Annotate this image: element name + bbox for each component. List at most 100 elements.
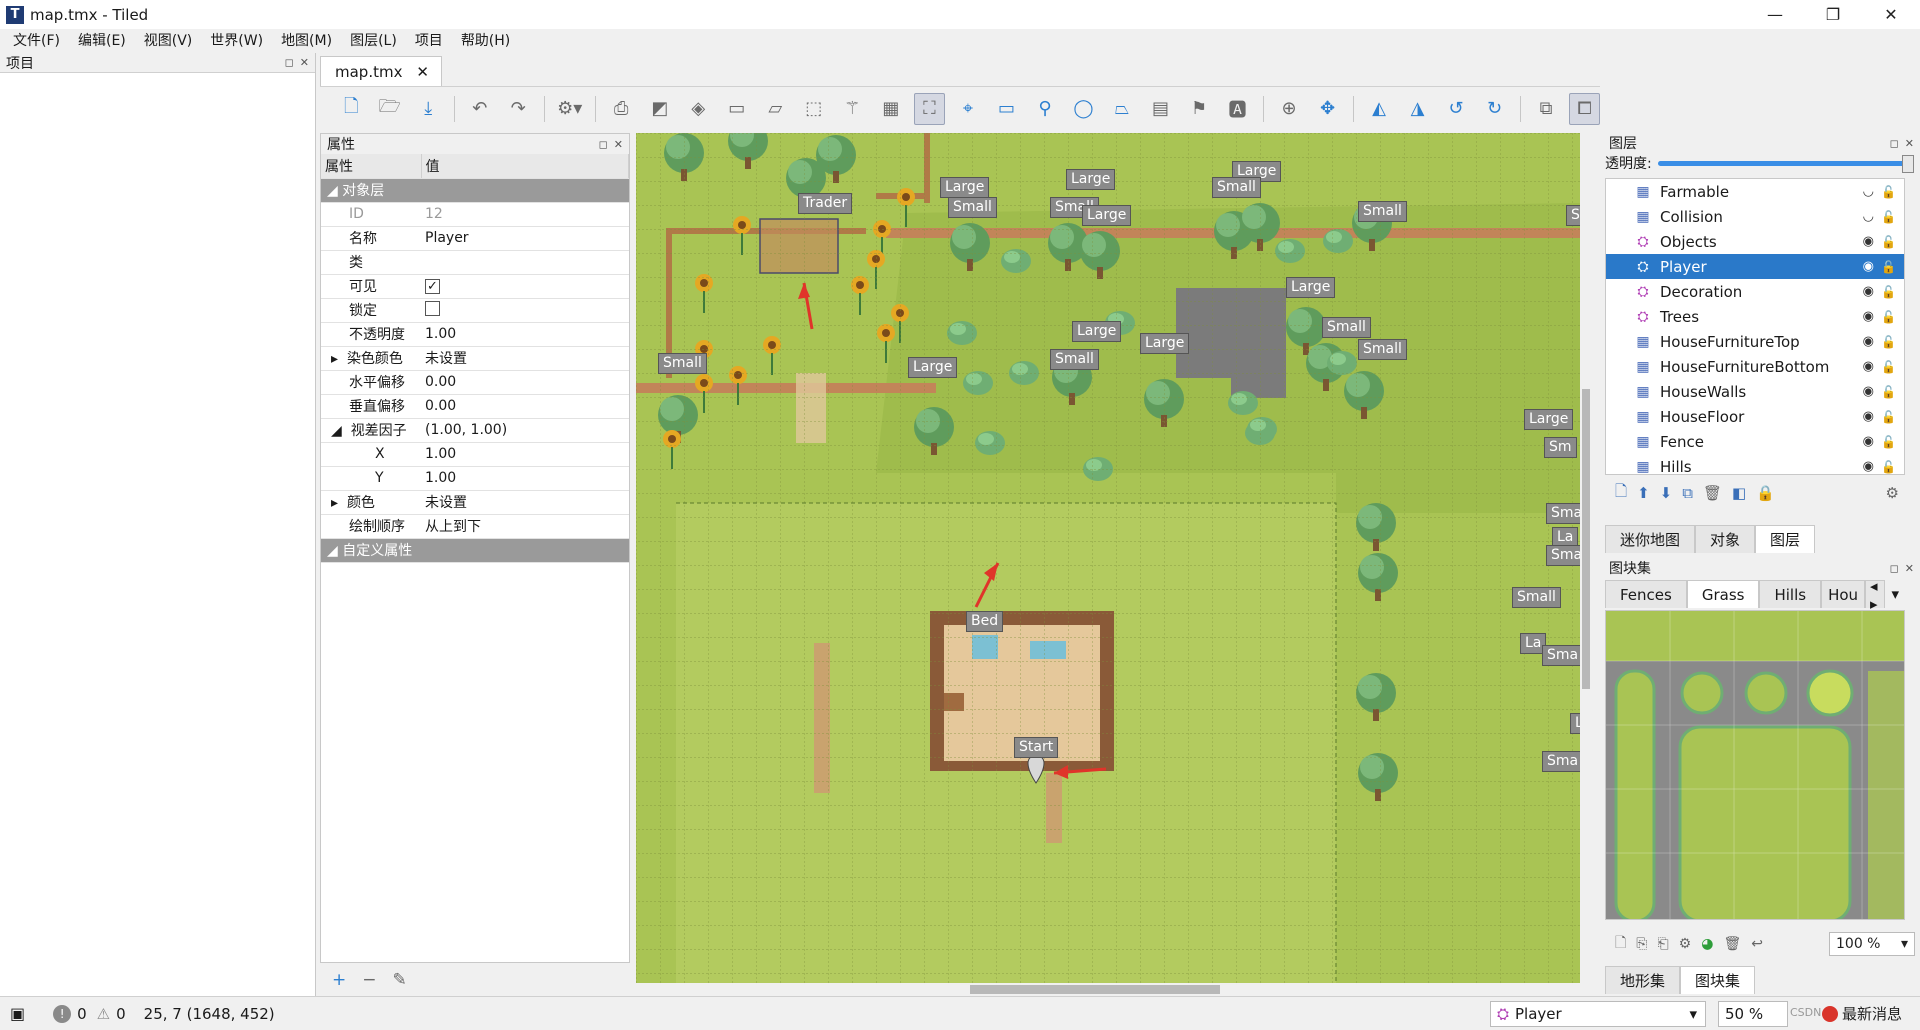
group-row-custom-properties[interactable]: ◢ 自定义属性 (321, 538, 629, 563)
rect-select-icon[interactable]: ⬚ (799, 93, 830, 125)
undo-icon[interactable]: ↶ (465, 93, 496, 125)
tab-layers[interactable]: 图层 (1755, 525, 1816, 553)
property-row-visible[interactable]: 可见 ✓ (321, 274, 629, 299)
eye-icon[interactable]: ◉ (1863, 384, 1874, 399)
map-horizontal-scrollbar[interactable] (636, 983, 1580, 996)
console-icon[interactable]: ▣ (10, 1004, 25, 1023)
unlock-icon[interactable]: 🔓 (1881, 210, 1896, 224)
insert-template-icon[interactable]: ⚑ (1184, 93, 1215, 125)
map-object-label[interactable]: Sm (1544, 437, 1577, 458)
map-object-label[interactable]: Large (1066, 169, 1116, 190)
layer-row-housefloor[interactable]: ▦ HouseFloor ◉ 🔓 (1606, 404, 1904, 429)
tileset-view[interactable] (1605, 610, 1905, 920)
unlock-icon[interactable]: 🔓 (1881, 335, 1896, 349)
close-panel-icon[interactable]: ✕ (1905, 562, 1914, 575)
tab-hills[interactable]: Hills (1759, 580, 1822, 608)
bucket-fill-icon[interactable]: ◈ (683, 93, 714, 125)
unlock-icon[interactable]: 🔓 (1881, 435, 1896, 449)
parallax-x-value[interactable]: 1.00 (421, 442, 629, 467)
unlock-icon[interactable]: 🔓 (1881, 260, 1896, 274)
save-icon[interactable]: ⤓ (413, 93, 444, 125)
unlock-icon[interactable]: 🔓 (1881, 310, 1896, 324)
close-panel-icon[interactable]: ✕ (1905, 137, 1914, 150)
layer-row-housefurnituretop[interactable]: ▦ HouseFurnitureTop ◉ 🔓 (1606, 329, 1904, 354)
map-zoom-select[interactable]: 50 % (1718, 1001, 1788, 1027)
map-object-label[interactable]: Large (908, 357, 958, 378)
eye-icon[interactable]: ◉ (1863, 334, 1874, 349)
map-object-label[interactable]: Large (1072, 321, 1122, 342)
eye-icon[interactable]: ◉ (1863, 309, 1874, 324)
collapse-arrow-icon[interactable]: ◢ (327, 543, 338, 559)
eye-icon[interactable]: ◉ (1863, 459, 1874, 474)
export-tileset-icon[interactable]: ⎗ (1657, 936, 1668, 952)
eye-icon[interactable]: ◉ (1863, 234, 1874, 249)
eye-icon[interactable]: ◉ (1863, 284, 1874, 299)
tab-scroll-arrows-icon[interactable]: ◂ ▸ (1865, 577, 1886, 613)
current-layer-select[interactable]: ⛭ Player ▾ (1490, 1001, 1706, 1027)
eye-icon[interactable]: ◉ (1863, 434, 1874, 449)
color-value[interactable]: 未设置 (421, 490, 629, 515)
world-tool-icon[interactable]: ⊕ (1274, 93, 1305, 125)
menu-view[interactable]: 视图(V) (135, 29, 202, 53)
map-object-label[interactable]: Small (1358, 339, 1407, 360)
menu-layer[interactable]: 图层(L) (341, 29, 406, 53)
map-object-label[interactable]: Small (948, 197, 997, 218)
map-object-label[interactable]: Bed (966, 611, 1004, 632)
insert-tile-icon[interactable]: ▤ (1145, 93, 1176, 125)
map-object-label[interactable]: Small (1512, 587, 1561, 608)
map-object-label[interactable]: Large (1524, 409, 1574, 430)
show-hide-others-icon[interactable]: ◧ (1732, 484, 1746, 502)
new-tileset-icon[interactable]: 🗋 (1615, 932, 1626, 956)
map-object-label[interactable]: Sma (1542, 751, 1580, 772)
tab-objects[interactable]: 对象 (1695, 525, 1756, 553)
map-object-label[interactable]: Sma (1546, 545, 1580, 566)
layer-row-fence[interactable]: ▦ Fence ◉ 🔓 (1606, 429, 1904, 454)
tab-house[interactable]: Hou (1821, 580, 1866, 608)
edit-property-icon[interactable]: ✎ (393, 970, 407, 990)
map-object-label[interactable]: Large (940, 177, 990, 198)
unlock-icon[interactable]: 🔓 (1881, 185, 1896, 199)
unlock-icon[interactable]: 🔓 (1881, 460, 1896, 474)
insert-point-icon[interactable]: ⚲ (1030, 93, 1061, 125)
rotate-left-icon[interactable]: ↺ (1441, 93, 1472, 125)
property-row-parallax-y[interactable]: Y 1.00 (321, 466, 629, 491)
tab-close-icon[interactable]: ✕ (416, 63, 429, 81)
tint-color-value[interactable]: 未设置 (421, 346, 629, 371)
unlock-icon[interactable]: 🔓 (1881, 360, 1896, 374)
menu-edit[interactable]: 编辑(E) (69, 29, 135, 53)
opacity-slider[interactable] (1657, 154, 1915, 173)
edit-polygons-icon[interactable]: ⌖ (953, 93, 984, 125)
property-row-parallax-x[interactable]: X 1.00 (321, 442, 629, 467)
flip-horizontal-icon[interactable]: ◭ (1364, 93, 1395, 125)
eye-icon[interactable]: ◉ (1863, 359, 1874, 374)
magic-wand-icon[interactable]: ⚚ (837, 93, 868, 125)
property-row-name[interactable]: 名称 Player (321, 226, 629, 251)
property-row-class[interactable]: 类 (321, 250, 629, 275)
eye-icon[interactable]: ◉ (1863, 409, 1874, 424)
select-same-tile-icon[interactable]: ▦ (876, 93, 907, 125)
hidden-eye-icon[interactable]: ◡ (1863, 184, 1874, 199)
collapse-arrow-icon[interactable]: ◢ (327, 183, 338, 199)
embed-tileset-icon[interactable]: ⎘ (1636, 936, 1647, 952)
map-object-label[interactable]: Large (1286, 277, 1336, 298)
tab-tilesets[interactable]: 图块集 (1680, 966, 1756, 994)
stamp-brush-icon[interactable]: ⎙ (606, 93, 637, 125)
parallax-y-value[interactable]: 1.00 (421, 466, 629, 491)
unlock-icon[interactable]: 🔓 (1881, 235, 1896, 249)
offset-x-value[interactable]: 0.00 (421, 370, 629, 395)
eraser-icon[interactable]: ▱ (760, 93, 791, 125)
class-value-field[interactable] (421, 250, 629, 275)
property-row-offset-x[interactable]: 水平偏移 0.00 (321, 370, 629, 395)
layer-row-trees[interactable]: ⛭ Trees ◉ 🔓 (1606, 304, 1904, 329)
close-window-button[interactable]: ✕ (1862, 0, 1920, 29)
property-row-draw-order[interactable]: 绘制顺序 从上到下 (321, 514, 629, 539)
float-panel-icon[interactable]: ◻ (1890, 137, 1899, 150)
tileset-zoom-select[interactable]: 100 % ▾ (1829, 932, 1915, 956)
layer-row-collision[interactable]: ▦ Collision ◡ 🔓 (1606, 204, 1904, 229)
map-object-label[interactable]: Small (1050, 349, 1099, 370)
insert-text-icon[interactable]: 🅰 (1222, 93, 1253, 125)
float-panel-icon[interactable]: ◻ (599, 138, 608, 151)
menu-file[interactable]: 文件(F) (4, 29, 69, 53)
insert-polygon-icon[interactable]: ⏢ (1107, 93, 1138, 125)
redo-icon[interactable]: ↷ (503, 93, 534, 125)
